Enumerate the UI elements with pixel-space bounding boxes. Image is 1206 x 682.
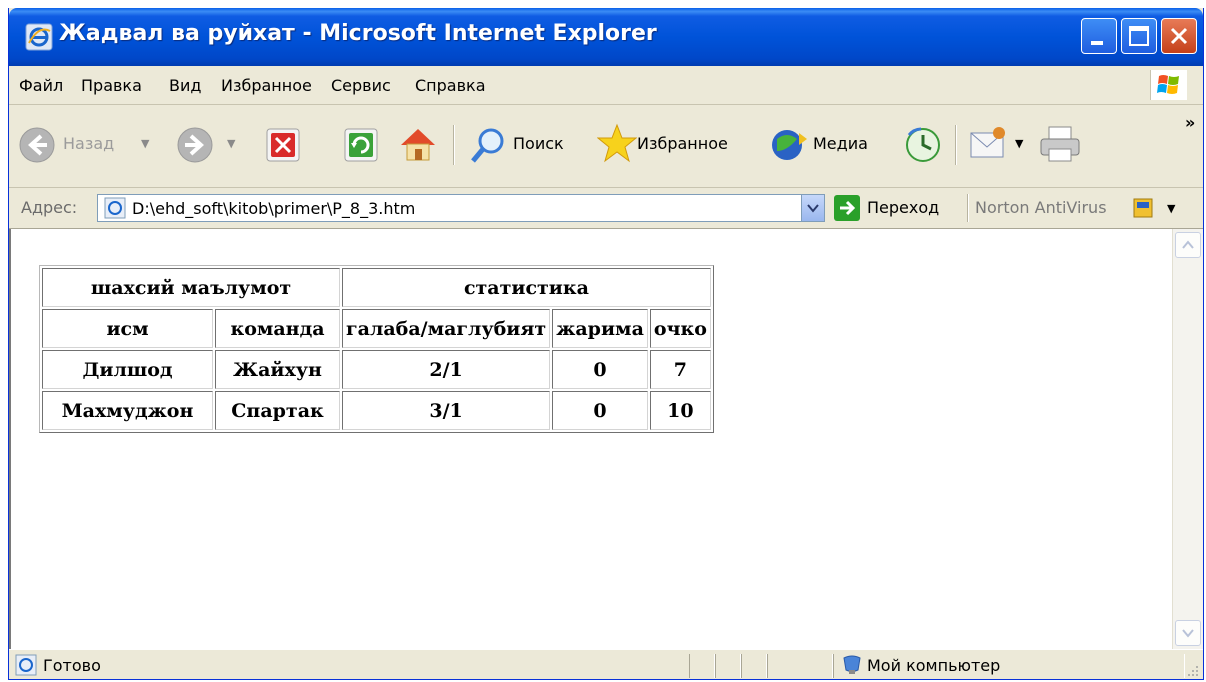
toolbar-separator	[955, 125, 957, 165]
address-value: D:\ehd_soft\kitob\primer\P_8_3.htm	[132, 199, 416, 218]
toolbar: Назад ▼ ▼ Поиск Избранное Медиа ▼ »	[9, 105, 1203, 188]
address-input[interactable]: D:\ehd_soft\kitob\primer\P_8_3.htm	[97, 194, 825, 222]
history-icon[interactable]	[903, 125, 943, 177]
stop-icon[interactable]	[265, 127, 301, 179]
back-arrow-icon	[19, 127, 55, 163]
favorites-label: Избранное	[637, 134, 728, 153]
forward-arrow-icon	[177, 127, 213, 163]
column-header: исм	[42, 309, 214, 348]
table-cell: 10	[649, 391, 711, 430]
back-button[interactable]: Назад ▼	[17, 119, 157, 171]
window-title: Жадвал ва руйхат - Microsoft Internet Ex…	[59, 21, 657, 46]
title-bar[interactable]: Жадвал ва руйхат - Microsoft Internet Ex…	[9, 8, 1203, 66]
chevron-up-icon	[1182, 240, 1194, 249]
column-header: очко	[649, 309, 711, 348]
address-label: Адрес:	[21, 198, 78, 217]
back-label: Назад	[63, 134, 115, 153]
table-cell: 0	[552, 391, 648, 430]
favorites-button[interactable]: Избранное	[597, 119, 757, 171]
status-bar: Готово Мой компьютер	[9, 649, 1203, 679]
maximize-button[interactable]	[1121, 18, 1157, 54]
scroll-down-button[interactable]	[1175, 620, 1201, 646]
menu-help[interactable]: Справка	[415, 76, 486, 95]
menu-edit[interactable]: Правка	[81, 76, 142, 95]
menu-file[interactable]: Файл	[19, 76, 63, 95]
mail-dropdown-icon[interactable]: ▼	[1015, 137, 1023, 150]
address-bar: Адрес: D:\ehd_soft\kitob\primer\P_8_3.ht…	[9, 188, 1203, 229]
zone-text: Мой компьютер	[867, 656, 1001, 675]
search-label: Поиск	[513, 134, 564, 153]
page-status-icon	[15, 654, 37, 676]
page-icon	[104, 197, 126, 219]
table-cell: 7	[649, 350, 711, 389]
menu-view[interactable]: Вид	[169, 76, 201, 95]
status-pane	[741, 654, 767, 678]
go-label: Переход	[867, 198, 940, 217]
column-header: команда	[215, 309, 340, 348]
toolbar-separator	[453, 125, 455, 165]
group-header-statistics: статистика	[342, 268, 711, 307]
status-pane	[689, 654, 715, 678]
menu-bar: Файл Правка Вид Избранное Сервис Справка	[9, 66, 1203, 105]
table-cell: Махмуджон	[42, 391, 214, 430]
menu-tools[interactable]: Сервис	[331, 76, 391, 95]
table-cell: Спартак	[215, 391, 340, 430]
column-header: жарима	[552, 309, 648, 348]
minimize-icon	[1091, 41, 1103, 45]
forward-dropdown-icon[interactable]: ▼	[227, 137, 235, 150]
maximize-icon	[1129, 26, 1149, 46]
status-pane	[715, 654, 741, 678]
column-header: галаба/маглубият	[342, 309, 551, 348]
menu-favorites[interactable]: Избранное	[221, 76, 312, 95]
table-group-header-row: шахсий маълумот статистика	[42, 268, 711, 307]
back-dropdown-icon[interactable]: ▼	[141, 137, 149, 150]
table-cell: Дилшод	[42, 350, 214, 389]
table-column-header-row: исм команда галаба/маглубият жарима очко	[42, 309, 711, 348]
home-icon[interactable]	[397, 123, 439, 175]
stats-table: шахсий маълумот статистика исм команда г…	[39, 265, 714, 433]
favorites-star-icon	[597, 123, 637, 163]
mail-icon	[970, 127, 1005, 158]
table-cell: 2/1	[342, 350, 551, 389]
forward-button[interactable]: ▼	[175, 119, 249, 171]
table-cell: 0	[552, 350, 648, 389]
scroll-up-button[interactable]	[1175, 232, 1201, 258]
close-button[interactable]	[1161, 18, 1197, 54]
status-text: Готово	[43, 656, 101, 675]
toolbar-more-button[interactable]: »	[1185, 113, 1195, 132]
mail-button[interactable]: ▼	[969, 119, 1029, 171]
windows-logo	[1150, 70, 1187, 100]
close-icon	[1170, 27, 1188, 45]
chevron-down-icon	[1182, 629, 1194, 638]
table-row: Махмуджон Спартак 3/1 0 10	[42, 391, 711, 430]
computer-icon	[843, 655, 861, 674]
status-pane	[767, 654, 833, 678]
search-icon	[471, 128, 504, 163]
vertical-scrollbar[interactable]	[1172, 229, 1203, 649]
refresh-icon[interactable]	[343, 127, 379, 179]
media-icon	[772, 130, 807, 160]
search-button[interactable]: Поиск	[469, 119, 587, 171]
ie-logo-icon	[25, 23, 53, 51]
table-row: Дилшод Жайхун 2/1 0 7	[42, 350, 711, 389]
minimize-button[interactable]	[1081, 18, 1117, 54]
media-label: Медиа	[813, 134, 868, 153]
norton-antivirus-label[interactable]: Norton AntiVirus	[975, 198, 1107, 217]
ie-window: Жадвал ва руйхат - Microsoft Internet Ex…	[8, 8, 1204, 680]
print-icon[interactable]	[1039, 125, 1083, 177]
norton-dropdown-icon[interactable]: ▼	[1167, 202, 1175, 215]
table-cell: Жайхун	[215, 350, 340, 389]
norton-icon[interactable]	[1133, 198, 1153, 218]
page-content: шахсий маълумот статистика исм команда г…	[9, 229, 1203, 649]
chevron-down-icon	[807, 204, 819, 213]
go-arrow-icon	[834, 195, 860, 221]
resize-grip-icon[interactable]	[1185, 663, 1199, 677]
table-cell: 3/1	[342, 391, 551, 430]
group-header-personal: шахсий маълумот	[42, 268, 340, 307]
windows-flag-icon	[1157, 75, 1179, 94]
address-separator	[967, 194, 969, 222]
media-button[interactable]: Медиа	[769, 119, 889, 171]
address-dropdown-button[interactable]	[801, 195, 824, 221]
